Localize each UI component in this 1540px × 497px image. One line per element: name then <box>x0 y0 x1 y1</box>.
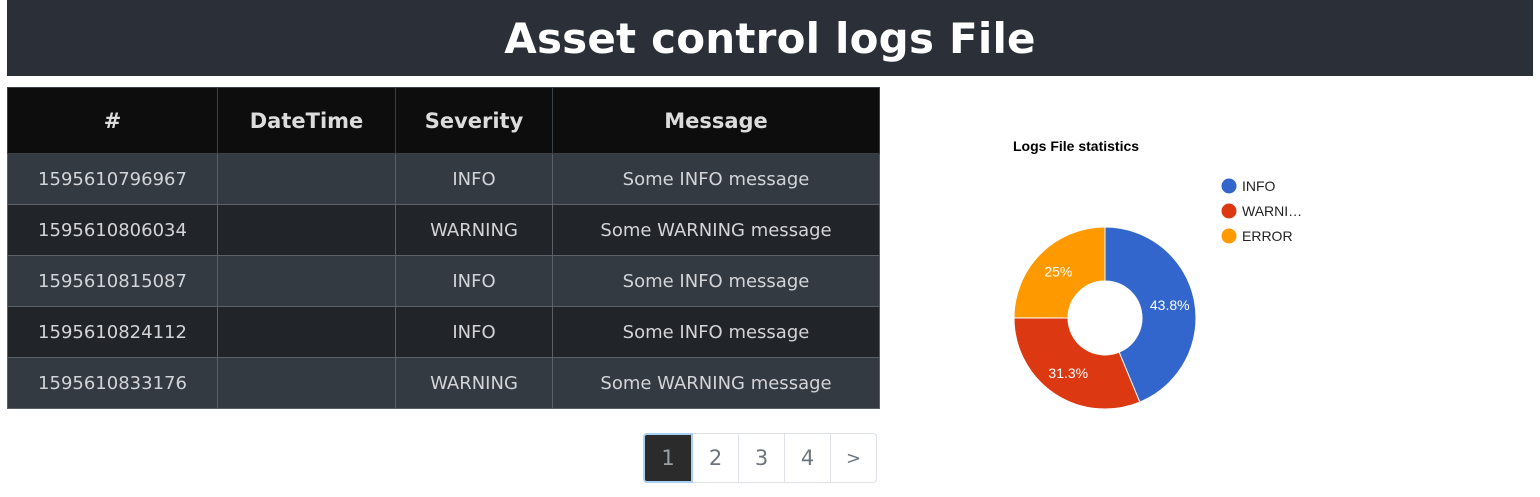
page-header: Asset control logs File <box>7 0 1533 76</box>
cell-datetime <box>217 306 396 358</box>
cell-datetime <box>217 255 396 307</box>
table-row[interactable]: 1595610815087 INFO Some INFO message <box>7 255 880 307</box>
legend-marker-error <box>1221 228 1237 244</box>
cell-severity: INFO <box>395 306 553 358</box>
logs-table: # DateTime Severity Message 159561079696… <box>7 87 880 409</box>
cell-datetime <box>217 153 396 205</box>
cell-id: 1595610824112 <box>7 306 218 358</box>
cell-id: 1595610815087 <box>7 255 218 307</box>
chart-title: Logs File statistics <box>1013 138 1139 154</box>
table-header-row: # DateTime Severity Message <box>7 87 880 154</box>
column-header-id[interactable]: # <box>7 87 218 154</box>
table-row[interactable]: 1595610796967 INFO Some INFO message <box>7 153 880 205</box>
cell-severity: WARNING <box>395 357 553 409</box>
slice-label-info: 43.8% <box>1150 297 1190 313</box>
table-row[interactable]: 1595610824112 INFO Some INFO message <box>7 306 880 358</box>
page-link-2[interactable]: 2 <box>693 433 739 483</box>
cell-datetime <box>217 204 396 256</box>
next-page-button[interactable]: > <box>831 433 877 483</box>
page-link-1[interactable]: 1 <box>643 433 693 483</box>
table-row[interactable]: 1595610806034 WARNING Some WARNING messa… <box>7 204 880 256</box>
column-header-message[interactable]: Message <box>552 87 880 154</box>
cell-severity: WARNING <box>395 204 553 256</box>
logs-statistics-chart: Logs File statistics 43.8% 31.3% 25% INFO W… <box>1013 138 1302 410</box>
cell-id: 1595610796967 <box>7 153 218 205</box>
legend-marker-info <box>1221 178 1237 194</box>
legend-label-error: ERROR <box>1242 228 1293 244</box>
cell-id: 1595610806034 <box>7 204 218 256</box>
legend-marker-warning <box>1221 203 1237 219</box>
legend-label-warning: WARNI… <box>1242 203 1302 219</box>
slice-label-warning: 31.3% <box>1048 365 1088 381</box>
cell-severity: INFO <box>395 255 553 307</box>
pie-slice-warning[interactable] <box>1013 317 1141 410</box>
cell-message: Some WARNING message <box>552 357 880 409</box>
pagination: 1 2 3 4 > <box>643 433 877 483</box>
cell-datetime <box>217 357 396 409</box>
legend-label-info: INFO <box>1242 178 1276 194</box>
chart-legend: INFO WARNI… ERROR <box>1221 178 1302 244</box>
page-title: Asset control logs File <box>504 13 1036 63</box>
page-link-3[interactable]: 3 <box>739 433 785 483</box>
cell-message: Some INFO message <box>552 255 880 307</box>
cell-id: 1595610833176 <box>7 357 218 409</box>
cell-message: Some WARNING message <box>552 204 880 256</box>
cell-severity: INFO <box>395 153 553 205</box>
slice-label-error: 25% <box>1044 263 1072 279</box>
cell-message: Some INFO message <box>552 306 880 358</box>
column-header-severity[interactable]: Severity <box>395 87 553 154</box>
cell-message: Some INFO message <box>552 153 880 205</box>
page-link-4[interactable]: 4 <box>785 433 831 483</box>
table-row[interactable]: 1595610833176 WARNING Some WARNING messa… <box>7 357 880 409</box>
pie-slices <box>1013 226 1197 410</box>
column-header-datetime[interactable]: DateTime <box>217 87 396 154</box>
